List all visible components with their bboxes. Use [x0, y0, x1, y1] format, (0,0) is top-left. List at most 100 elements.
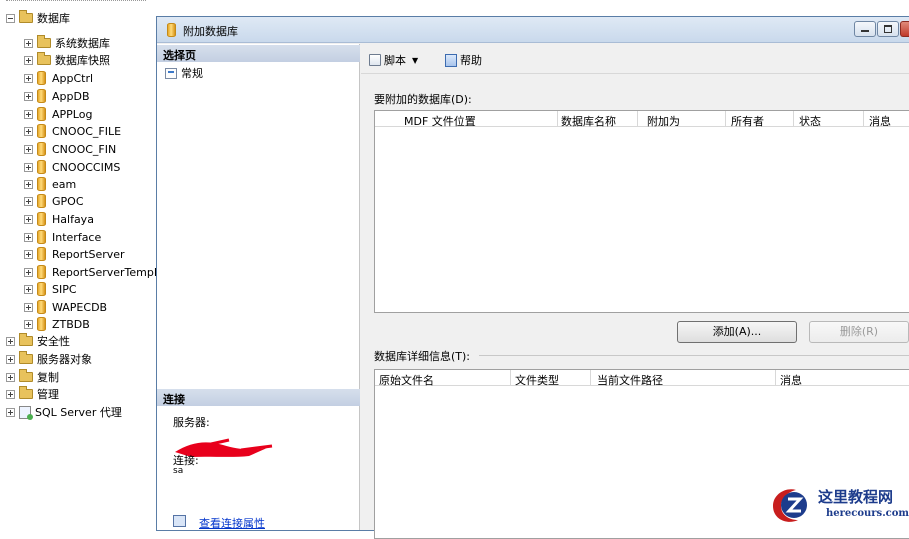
expand-icon[interactable]: [24, 319, 33, 329]
script-button[interactable]: 脚本 ▼: [369, 52, 426, 68]
column-separator[interactable]: [637, 111, 638, 127]
attach-databases-grid[interactable]: MDF 文件位置 数据库名称 附加为 所有者 状态 消息: [374, 110, 909, 313]
tree-node-system-databases[interactable]: 系统数据库: [24, 34, 110, 52]
column-header[interactable]: 消息: [780, 372, 802, 388]
tree-node-database[interactable]: ReportServerTempD: [24, 263, 160, 281]
tree-node-sql-agent[interactable]: SQL Server 代理: [6, 403, 122, 421]
tree-node-database[interactable]: ZTBDB: [24, 315, 90, 333]
add-button[interactable]: 添加(A)...: [677, 321, 797, 343]
column-separator[interactable]: [793, 111, 794, 127]
tree-node-replication[interactable]: 复制: [6, 368, 59, 386]
chevron-down-icon[interactable]: ▼: [412, 56, 418, 65]
database-icon: [37, 124, 46, 138]
expand-icon[interactable]: [24, 91, 33, 101]
column-header[interactable]: 所有者: [731, 113, 764, 129]
database-icon: [37, 265, 46, 279]
script-label: 脚本: [384, 54, 406, 67]
maximize-button[interactable]: [877, 21, 899, 37]
tree-node-database[interactable]: AppDB: [24, 87, 90, 105]
expand-icon[interactable]: [6, 407, 15, 417]
expand-icon[interactable]: [24, 38, 33, 48]
tree-node-server-objects[interactable]: 服务器对象: [6, 350, 92, 368]
expand-icon[interactable]: [6, 354, 15, 364]
tree-node-db-snapshots[interactable]: 数据库快照: [24, 51, 110, 69]
expand-icon[interactable]: [24, 196, 33, 206]
expand-icon[interactable]: [24, 126, 33, 136]
expand-icon[interactable]: [24, 162, 33, 172]
close-button[interactable]: [900, 21, 909, 37]
expand-icon[interactable]: [24, 179, 33, 189]
sql-agent-icon: [19, 405, 33, 420]
tree-node-database[interactable]: WAPECDB: [24, 298, 107, 316]
column-separator[interactable]: [725, 111, 726, 127]
connection-value: sa: [173, 466, 184, 476]
database-icon: [37, 317, 46, 331]
expand-icon[interactable]: [24, 214, 33, 224]
expand-icon[interactable]: [24, 249, 33, 259]
column-header[interactable]: 当前文件路径: [597, 372, 663, 388]
dialog-titlebar[interactable]: 附加数据库: [157, 17, 909, 43]
expand-icon[interactable]: [24, 55, 33, 65]
database-icon: [37, 247, 46, 261]
tree-node-security[interactable]: 安全性: [6, 332, 70, 350]
folder-icon: [19, 369, 33, 382]
tree-node-database[interactable]: ReportServer: [24, 245, 125, 263]
tree-node-database[interactable]: Interface: [24, 228, 101, 246]
tree-node-database[interactable]: AppCtrl: [24, 69, 93, 87]
database-icon: [37, 212, 46, 226]
tree-node-database[interactable]: GPOC: [24, 192, 84, 210]
tree-node-database[interactable]: SIPC: [24, 280, 77, 298]
database-icon: [37, 107, 46, 121]
help-icon: [445, 53, 457, 67]
tree-node-database[interactable]: APPLog: [24, 105, 92, 123]
column-header[interactable]: 文件类型: [515, 372, 559, 388]
column-separator[interactable]: [557, 111, 558, 127]
column-separator[interactable]: [510, 370, 511, 386]
attach-databases-label: 要附加的数据库(D):: [374, 93, 472, 106]
expand-icon[interactable]: [24, 232, 33, 242]
expand-icon[interactable]: [24, 267, 33, 277]
expand-icon[interactable]: [24, 302, 33, 312]
tree-node-database[interactable]: CNOOC_FILE: [24, 122, 121, 140]
tree-node-databases[interactable]: 数据库: [6, 9, 70, 27]
expand-icon[interactable]: [24, 109, 33, 119]
script-icon: [369, 54, 381, 66]
tree-label: 服务器对象: [37, 353, 92, 366]
database-details-label: 数据库详细信息(T):: [374, 350, 471, 363]
column-header[interactable]: 原始文件名: [379, 372, 434, 388]
expand-icon[interactable]: [6, 336, 15, 346]
folder-icon: [19, 10, 33, 23]
column-header[interactable]: 附加为: [647, 113, 680, 129]
expand-icon[interactable]: [24, 284, 33, 294]
page-general[interactable]: 常规: [165, 65, 203, 81]
tree-node-database[interactable]: Halfaya: [24, 210, 94, 228]
expand-icon[interactable]: [24, 73, 33, 83]
column-separator[interactable]: [590, 370, 591, 386]
dialog-toolbar: 脚本 ▼ 帮助: [361, 44, 909, 74]
tree-label: ReportServer: [52, 247, 125, 261]
tree-label: CNOOC_FILE: [52, 124, 122, 138]
expand-icon[interactable]: [24, 144, 33, 154]
column-separator[interactable]: [775, 370, 776, 386]
remove-button[interactable]: 删除(R): [809, 321, 909, 343]
column-header[interactable]: 消息: [869, 113, 891, 129]
column-header[interactable]: 状态: [799, 113, 821, 129]
expand-icon[interactable]: [6, 372, 15, 382]
tree-node-database[interactable]: CNOOCCIMS: [24, 158, 120, 176]
connection-properties-icon: [173, 515, 186, 527]
expand-icon[interactable]: [6, 389, 15, 399]
folder-icon: [19, 333, 33, 346]
tree-node-database[interactable]: eam: [24, 175, 76, 193]
column-header[interactable]: MDF 文件位置: [404, 113, 476, 129]
collapse-icon[interactable]: [6, 13, 15, 23]
view-connection-properties-link[interactable]: 查看连接属性: [199, 515, 265, 531]
minimize-button[interactable]: [854, 21, 876, 37]
help-button[interactable]: 帮助: [445, 52, 482, 68]
column-separator[interactable]: [863, 111, 864, 127]
database-icon: [37, 194, 46, 208]
dialog-title: 附加数据库: [183, 25, 238, 38]
content-pane: 脚本 ▼ 帮助 要附加的数据库(D): MDF 文件位置 数据库名称 附加为 所…: [361, 44, 909, 539]
tree-node-management[interactable]: 管理: [6, 385, 59, 403]
column-header[interactable]: 数据库名称: [561, 113, 616, 129]
tree-node-database[interactable]: CNOOC_FIN: [24, 140, 116, 158]
